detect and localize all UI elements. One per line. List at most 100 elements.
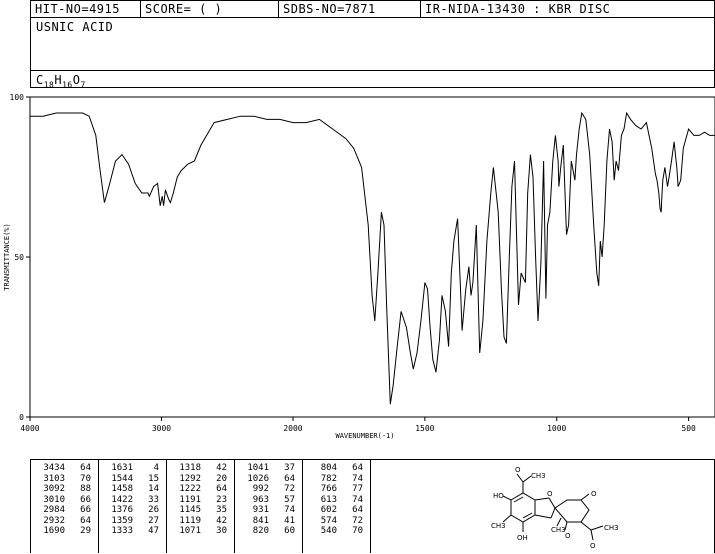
formula-o-count: 7 [80, 80, 86, 90]
hit-number: HIT-NO=4915 [31, 1, 141, 17]
peak-row: 3434 64 [35, 463, 93, 474]
x-axis-ticks: 4000 3000 2000 1500 1000 500 [20, 417, 696, 433]
spectrum-line [30, 111, 715, 405]
formula-c-count: 18 [43, 80, 55, 90]
struct-oh-bottom: OH [517, 534, 528, 542]
peak-transmittance: 64 [80, 463, 91, 473]
peak-transmittance: 15 [148, 473, 159, 484]
formula-h-count: 16 [62, 80, 73, 90]
peak-wavenumber: 1359 [111, 515, 133, 526]
peak-transmittance: 74 [352, 494, 363, 505]
struct-ch3-top: CH3 [531, 472, 546, 480]
peak-row: 782 74 [307, 474, 365, 485]
peak-transmittance: 37 [284, 463, 295, 473]
peak-wavenumber: 3434 [43, 463, 65, 473]
x-tick-label: 2000 [283, 424, 302, 433]
peak-row: 2932 64 [35, 516, 93, 527]
peak-transmittance: 27 [148, 515, 159, 526]
peak-wavenumber: 1145 [179, 505, 201, 515]
peak-transmittance: 66 [80, 494, 91, 505]
peak-wavenumber: 1318 [179, 463, 201, 473]
peak-wavenumber: 1026 [247, 473, 269, 484]
peak-row: 1026 64 [239, 474, 297, 485]
peak-transmittance: 41 [284, 515, 295, 526]
peak-transmittance: 74 [284, 505, 295, 515]
peak-wavenumber: 1458 [111, 484, 133, 494]
peak-row: 3010 66 [35, 495, 93, 506]
struct-oh-left: HO [493, 492, 504, 500]
peak-column: 1041 37 1026 64 992 72 963 57 931 74 841 41 820 60 [235, 460, 303, 553]
peak-transmittance: 42 [216, 515, 227, 526]
peak-row: 1145 35 [171, 505, 229, 516]
x-tick-label: 1500 [415, 424, 434, 433]
peak-row: 2984 66 [35, 505, 93, 516]
compound-box: USNIC ACID C18H16O7 [30, 17, 715, 90]
x-tick-label: 500 [681, 424, 696, 433]
usnic-acid-structure: O CH3 HO O O CH3 CH3 O OH CH3 O [491, 466, 619, 550]
divider [31, 70, 714, 71]
peak-transmittance: 64 [80, 515, 91, 526]
peak-transmittance: 14 [148, 484, 159, 494]
struct-ch3-left: CH3 [491, 522, 506, 530]
struct-o-ring: O [547, 490, 553, 498]
peak-wavenumber: 1292 [179, 473, 201, 484]
y-axis-title: TRANSMITTANCE(%) [3, 223, 11, 290]
peak-row: 1071 30 [171, 526, 229, 537]
peak-row: 574 72 [307, 516, 365, 527]
peak-row: 1119 42 [171, 516, 229, 527]
peak-wavenumber: 1191 [179, 494, 201, 505]
peak-row: 963 57 [239, 495, 297, 506]
peak-wavenumber: 804 [320, 463, 337, 473]
peak-row: 1544 15 [103, 474, 161, 485]
struct-o-lower: O [565, 532, 571, 540]
peak-row: 602 64 [307, 505, 365, 516]
peak-transmittance: 64 [352, 505, 363, 515]
peak-transmittance: 66 [80, 505, 91, 515]
ir-spectrum-chart: 4000 3000 2000 1500 1000 500 100500 WAVENUMBE… [3, 93, 715, 440]
peak-row: 1041 37 [239, 463, 297, 474]
peak-transmittance: 47 [148, 526, 159, 536]
peak-row: 1376 26 [103, 505, 161, 516]
peak-row: 1690 29 [35, 526, 93, 537]
struct-ch3-center: CH3 [551, 526, 566, 534]
sdbs-number: SDBS-NO=7871 [279, 1, 421, 17]
peak-wavenumber: 931 [252, 505, 269, 515]
peak-wavenumber: 841 [252, 515, 269, 526]
peak-row: 1318 42 [171, 463, 229, 474]
peak-row: 3092 88 [35, 484, 93, 495]
peak-row: 1359 27 [103, 516, 161, 527]
peak-wavenumber: 1376 [111, 505, 133, 515]
peak-wavenumber: 2984 [43, 505, 65, 515]
compound-name: USNIC ACID [36, 20, 114, 34]
peak-row: 766 77 [307, 484, 365, 495]
y-tick-label: 100 [10, 93, 25, 102]
formula-h: H [54, 73, 63, 87]
peak-transmittance: 88 [80, 484, 91, 494]
peak-transmittance: 60 [284, 526, 295, 536]
peak-wavenumber: 963 [252, 494, 269, 505]
peak-transmittance: 72 [352, 515, 363, 526]
struct-o-right: O [591, 490, 597, 498]
peak-transmittance: 72 [284, 484, 295, 494]
peak-wavenumber: 1119 [179, 515, 201, 526]
peak-column: 1318 42 1292 20 1222 64 1191 23 1145 35 1119 42 1071… [167, 460, 235, 553]
struct-ch3-right: CH3 [604, 524, 619, 532]
peak-transmittance: 77 [352, 484, 363, 494]
peak-row: 613 74 [307, 495, 365, 506]
peak-table-box: 3434 64 3103 70 3092 88 3010 66 2984 66 2932 64 1690… [30, 459, 715, 553]
peak-wavenumber: 540 [320, 526, 337, 536]
peak-transmittance: 64 [352, 463, 363, 473]
y-axis-ticks: 100 50 0 [10, 93, 30, 422]
peak-row: 992 72 [239, 484, 297, 495]
peak-column: 804 64 782 74 766 77 613 74 602 64 574 72 540 70 [303, 460, 371, 553]
peak-wavenumber: 1071 [179, 526, 201, 536]
ir-info: IR-NIDA-13430 : KBR DISC [425, 2, 611, 16]
peak-wavenumber: 1333 [111, 526, 133, 536]
peak-transmittance: 35 [216, 505, 227, 515]
peak-wavenumber: 3092 [43, 484, 65, 494]
y-tick-label: 50 [14, 253, 24, 262]
peak-transmittance: 33 [148, 494, 159, 505]
peak-wavenumber: 1422 [111, 494, 133, 505]
peak-wavenumber: 766 [320, 484, 337, 494]
peak-transmittance: 20 [216, 473, 227, 484]
